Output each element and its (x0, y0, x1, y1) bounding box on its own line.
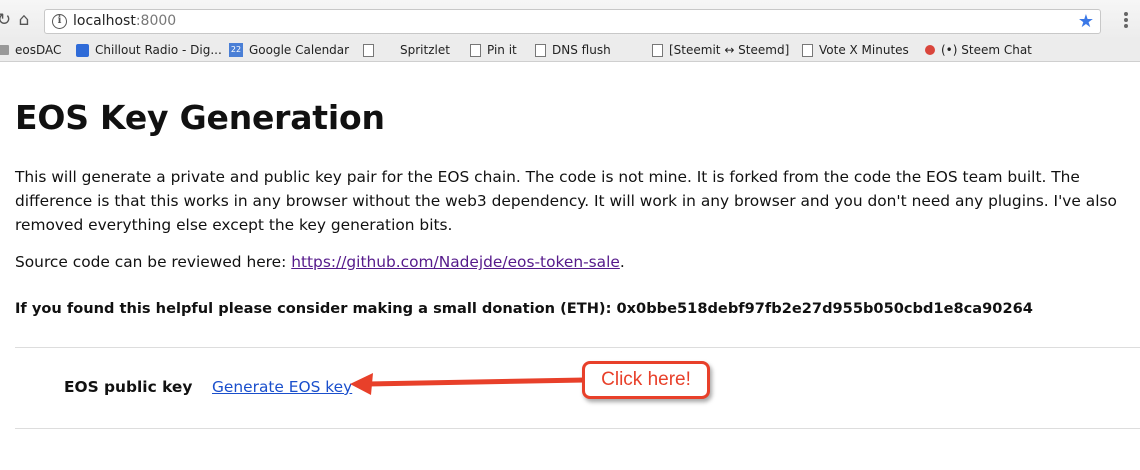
click-here-callout: Click here! (582, 361, 710, 399)
bookmark-label: Google Calendar (249, 43, 350, 57)
bookmark-label: Pin it (487, 43, 517, 57)
bookmark-item[interactable]: eosDAC (0, 43, 61, 57)
page-icon (535, 43, 546, 57)
source-prefix: Source code can be reviewed here: (15, 253, 292, 271)
menu-icon[interactable] (1118, 12, 1134, 30)
divider (15, 428, 1140, 429)
browser-toolbar: ↻ ⌂ i localhost:8000 ★ (0, 0, 1140, 40)
bookmark-label: Spritzlet (400, 43, 450, 57)
bookmark-item[interactable]: Chillout Radio - Dig... (76, 43, 222, 57)
bookmark-item[interactable]: 22 Google Calendar (229, 43, 349, 57)
bookmark-label: Vote X Minutes (819, 43, 909, 57)
page-icon (802, 43, 813, 57)
bookmark-label: eosDAC (15, 43, 62, 57)
generate-key-link[interactable]: Generate EOS key (212, 378, 352, 396)
page-icon (363, 43, 374, 57)
bookmark-star-icon[interactable]: ★ (1078, 11, 1094, 32)
donation-text: If you found this helpful please conside… (15, 300, 1033, 317)
bookmark-label: DNS flush (552, 43, 611, 57)
url-host: localhost (73, 13, 136, 29)
folder-icon (0, 45, 9, 55)
bookmark-item[interactable]: [Steemit ↔ Steemd] (652, 43, 789, 57)
page-icon (470, 43, 481, 57)
home-icon[interactable]: ⌂ (14, 10, 34, 30)
info-icon[interactable]: i (52, 14, 67, 29)
source-suffix: . (619, 253, 625, 271)
intro-paragraph: This will generate a private and public … (15, 168, 1117, 234)
bookmark-label: Chillout Radio - Dig... (95, 43, 222, 57)
bookmark-item[interactable]: (•) Steem Chat (925, 43, 1032, 57)
bookmarks-bar: eosDAC Chillout Radio - Dig... 22 Google… (0, 40, 1140, 62)
bookmark-item[interactable]: Spritzlet (363, 43, 450, 57)
bookmark-item[interactable]: DNS flush (535, 43, 611, 57)
arrow-icon (350, 373, 588, 395)
bookmark-label: [Steemit ↔ Steemd] (669, 43, 790, 57)
chat-icon (925, 45, 935, 55)
calendar-icon: 22 (229, 43, 243, 57)
bookmark-item[interactable]: Pin it (470, 43, 517, 57)
source-link[interactable]: https://github.com/Nadejde/eos-token-sal… (291, 253, 620, 271)
key-label: EOS public key (64, 378, 193, 396)
bookmark-item[interactable]: Vote X Minutes (802, 43, 909, 57)
address-bar[interactable]: i localhost:8000 ★ (44, 9, 1101, 34)
page-title: EOS Key Generation (15, 98, 385, 137)
page-icon (652, 43, 663, 57)
bookmark-label: (•) Steem Chat (941, 43, 1032, 57)
source-line: Source code can be reviewed here: https:… (15, 253, 625, 271)
url-port: :8000 (135, 13, 177, 29)
divider (15, 347, 1140, 348)
radio-icon (76, 43, 89, 57)
url-text: localhost:8000 (73, 13, 176, 29)
reload-icon[interactable]: ↻ (0, 10, 14, 30)
